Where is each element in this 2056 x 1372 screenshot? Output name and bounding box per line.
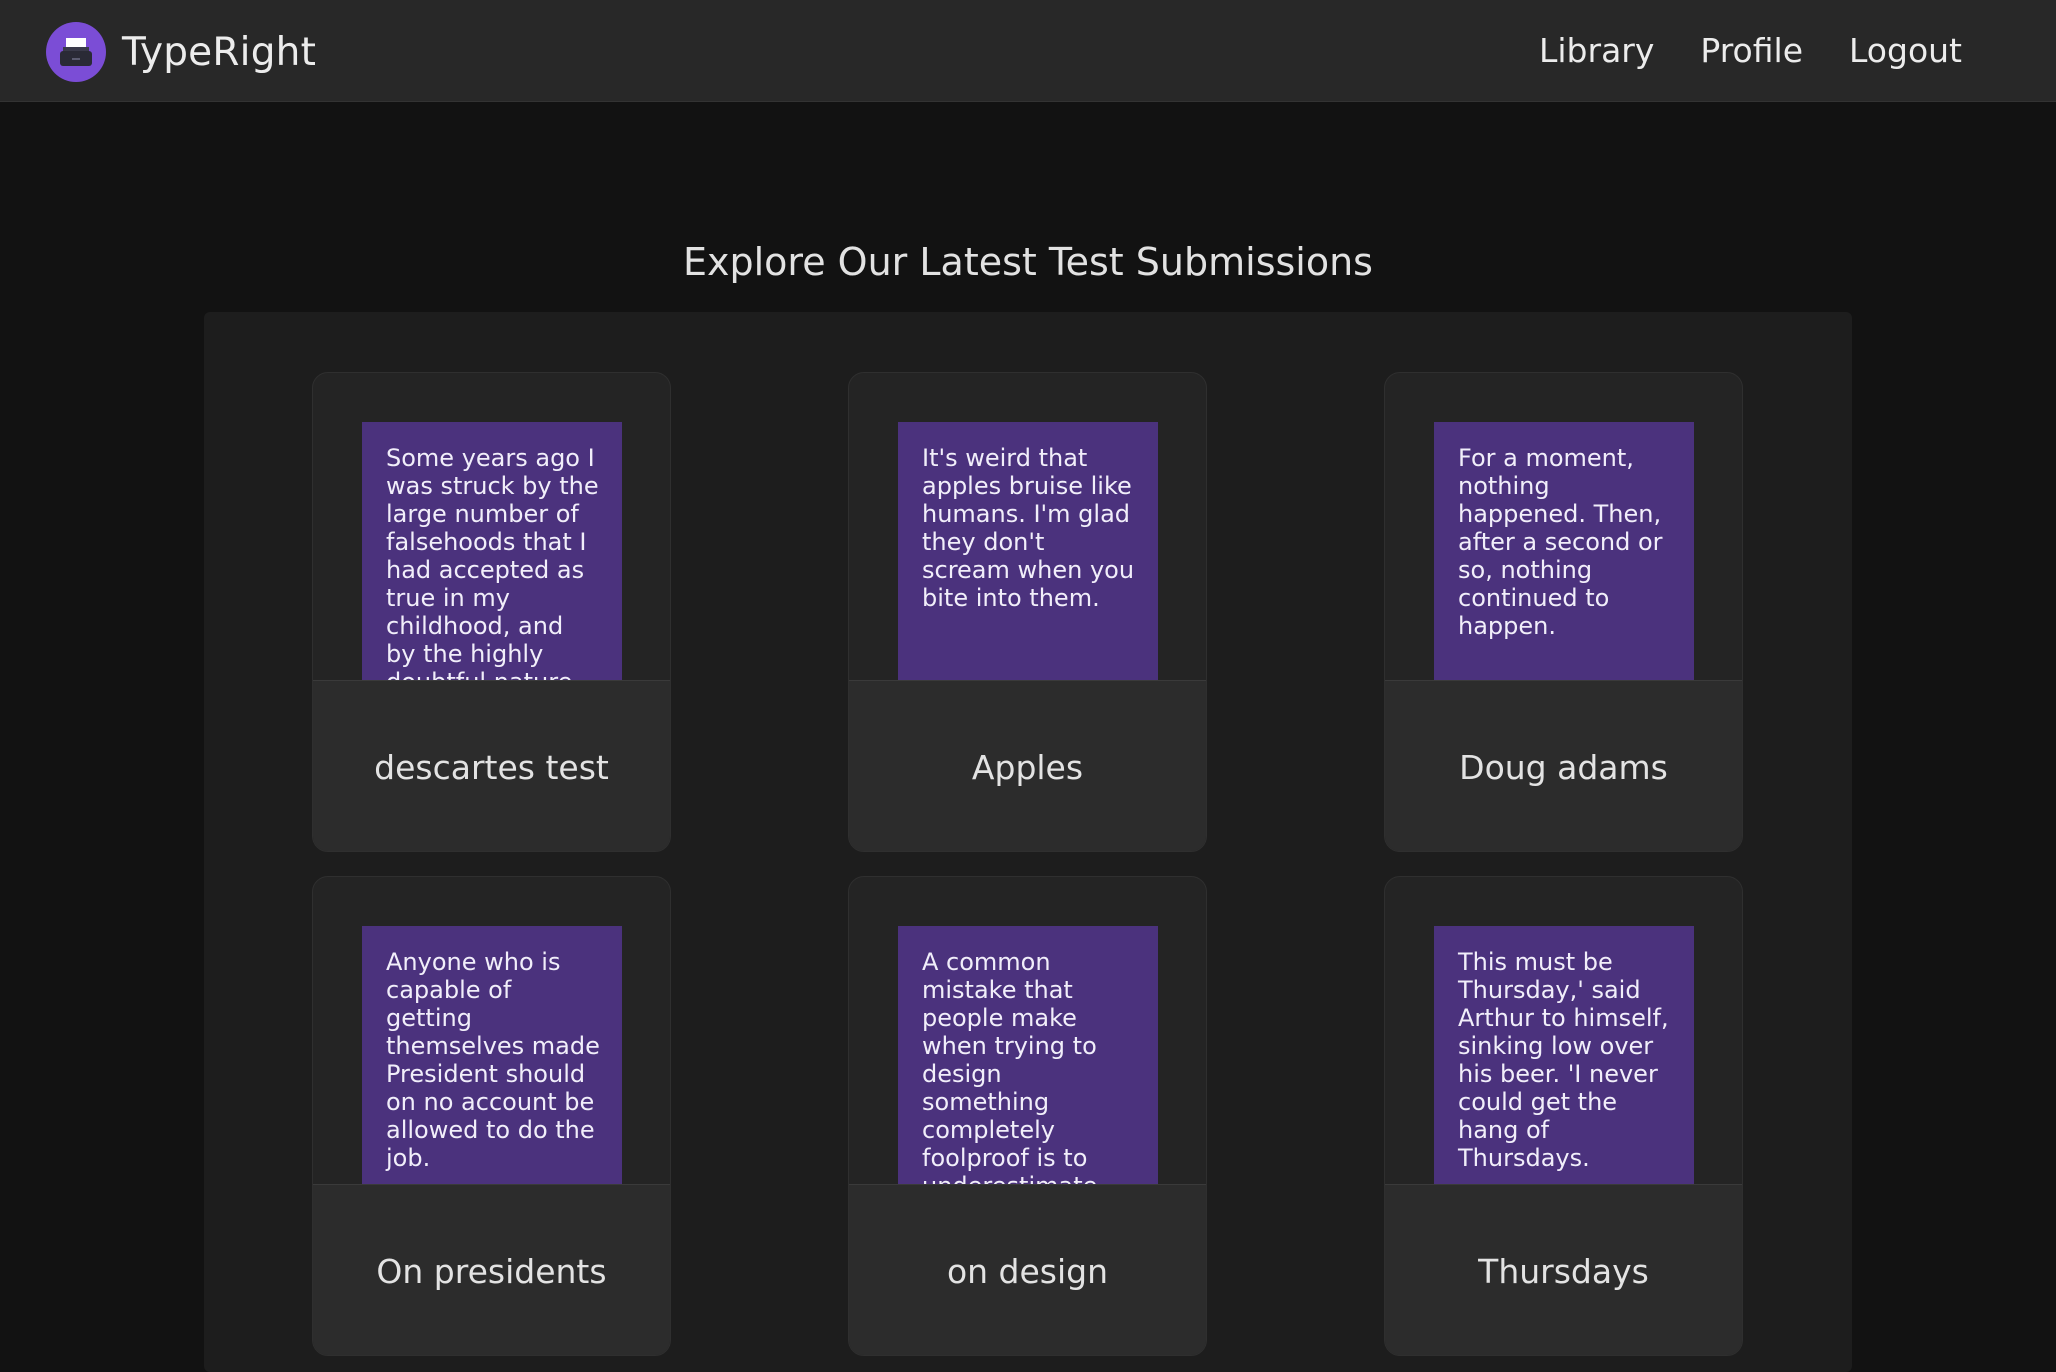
card-footer: descartes test (313, 680, 670, 851)
card-preview: A common mistake that people make when t… (849, 877, 1206, 1184)
card-footer: on design (849, 1184, 1206, 1355)
card-footer: Apples (849, 680, 1206, 851)
card-excerpt: Some years ago I was struck by the large… (386, 444, 599, 680)
nav-profile-link[interactable]: Profile (1700, 27, 1803, 75)
card-title: on design (946, 1251, 1109, 1291)
card-title: Doug adams (1459, 747, 1668, 787)
excerpt-box: Some years ago I was struck by the large… (362, 422, 622, 680)
card-title: On presidents (376, 1251, 607, 1291)
card-footer: Doug adams (1385, 680, 1742, 851)
card-footer: Thursdays (1385, 1184, 1742, 1355)
card-preview: Some years ago I was struck by the large… (313, 373, 670, 680)
nav-library-link[interactable]: Library (1539, 27, 1654, 75)
submission-card[interactable]: Some years ago I was struck by the large… (312, 372, 671, 852)
excerpt-box: Anyone who is capable of getting themsel… (362, 926, 622, 1184)
card-preview: It's weird that apples bruise like human… (849, 373, 1206, 680)
submission-card[interactable]: This must be Thursday,' said Arthur to h… (1384, 876, 1743, 1356)
card-excerpt: This must be Thursday,' said Arthur to h… (1458, 948, 1669, 1172)
typewriter-icon (46, 22, 106, 82)
card-preview: This must be Thursday,' said Arthur to h… (1385, 877, 1742, 1184)
brand-name: TypeRight (122, 29, 317, 75)
top-navbar: TypeRight Library Profile Logout (0, 0, 2056, 102)
card-excerpt: For a moment, nothing happened. Then, af… (1458, 444, 1663, 640)
submission-card[interactable]: For a moment, nothing happened. Then, af… (1384, 372, 1743, 852)
card-title: Apples (971, 747, 1084, 787)
submission-card[interactable]: Anyone who is capable of getting themsel… (312, 876, 671, 1356)
excerpt-box: For a moment, nothing happened. Then, af… (1434, 422, 1694, 680)
card-title: descartes test (374, 747, 609, 787)
card-excerpt: It's weird that apples bruise like human… (922, 444, 1135, 612)
card-title: Thursdays (1478, 1251, 1649, 1291)
card-preview: Anyone who is capable of getting themsel… (313, 877, 670, 1184)
card-footer: On presidents (313, 1184, 670, 1355)
card-excerpt: Anyone who is capable of getting themsel… (386, 948, 600, 1172)
nav-logout-link[interactable]: Logout (1849, 27, 1962, 75)
card-preview: For a moment, nothing happened. Then, af… (1385, 373, 1742, 680)
submission-card[interactable]: It's weird that apples bruise like human… (848, 372, 1207, 852)
nav-links: Library Profile Logout (1539, 27, 1962, 75)
submission-card[interactable]: A common mistake that people make when t… (848, 876, 1207, 1356)
card-excerpt: A common mistake that people make when t… (922, 948, 1097, 1184)
submissions-panel: Some years ago I was struck by the large… (204, 312, 1852, 1372)
brand-home-link[interactable]: TypeRight (46, 22, 316, 82)
excerpt-box: This must be Thursday,' said Arthur to h… (1434, 926, 1694, 1184)
excerpt-box: It's weird that apples bruise like human… (898, 422, 1158, 680)
page-heading: Explore Our Latest Test Submissions (683, 240, 1373, 284)
excerpt-box: A common mistake that people make when t… (898, 926, 1158, 1184)
